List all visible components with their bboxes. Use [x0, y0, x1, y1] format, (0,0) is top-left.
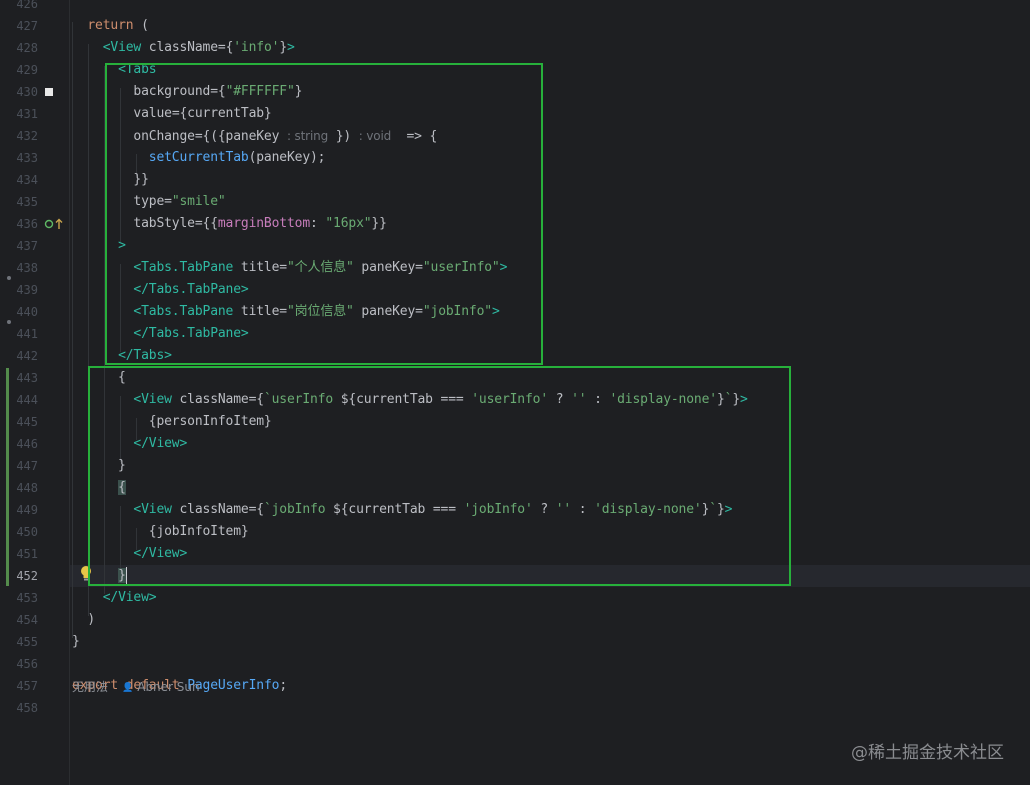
vcs-change-dot	[7, 276, 11, 280]
code-line[interactable]: 426	[0, 0, 1030, 15]
line-number[interactable]: 456	[0, 653, 38, 675]
author-hint[interactable]: Abner Sun	[137, 680, 199, 694]
vcs-change-marker[interactable]	[6, 368, 9, 586]
line-number[interactable]: 429	[0, 59, 38, 81]
line-number[interactable]: 435	[0, 191, 38, 213]
line-number[interactable]: 437	[0, 235, 38, 257]
annotation-box-views	[88, 366, 791, 586]
line-number[interactable]: 453	[0, 587, 38, 609]
line-code[interactable]: }	[72, 631, 80, 653]
code-line[interactable]: 454 )	[0, 609, 1030, 631]
line-number[interactable]: 427	[0, 15, 38, 37]
line-number[interactable]: 440	[0, 301, 38, 323]
line-number[interactable]: 433	[0, 147, 38, 169]
code-line[interactable]: 458	[0, 697, 1030, 719]
code-token: ={	[217, 40, 234, 55]
code-line[interactable]: 428 <View className={'info'}>	[0, 37, 1030, 59]
line-number[interactable]: 458	[0, 697, 38, 719]
line-number[interactable]: 439	[0, 279, 38, 301]
line-code[interactable]: <View className={'info'}>	[72, 37, 295, 59]
code-token: }	[72, 634, 80, 649]
vcs-change-dot	[7, 320, 11, 324]
line-number[interactable]: 434	[0, 169, 38, 191]
code-token: PageUserInfo	[187, 678, 280, 693]
line-number[interactable]: 442	[0, 345, 38, 367]
code-line[interactable]: 427 return (	[0, 15, 1030, 37]
line-number[interactable]: 438	[0, 257, 38, 279]
usages-hint[interactable]: 无用法	[72, 680, 108, 694]
line-number[interactable]: 432	[0, 125, 38, 147]
code-token: className	[141, 40, 218, 55]
color-swatch-icon[interactable]	[45, 88, 53, 96]
line-number[interactable]: 431	[0, 103, 38, 125]
line-number[interactable]: 426	[0, 0, 38, 15]
line-number[interactable]: 455	[0, 631, 38, 653]
line-number[interactable]: 457	[0, 675, 38, 697]
line-code[interactable]: </View>	[72, 587, 157, 609]
author-icon: 👤	[122, 683, 134, 693]
line-number[interactable]: 454	[0, 609, 38, 631]
code-vision-hint[interactable]: 无用法 👤 Abner Sun	[72, 678, 200, 696]
code-line[interactable]: 453 </View>	[0, 587, 1030, 609]
code-token: <View	[102, 40, 142, 55]
override-gutter-icon[interactable]	[44, 217, 66, 231]
line-number[interactable]: 428	[0, 37, 38, 59]
code-token: ;	[279, 678, 287, 693]
line-number[interactable]: 436	[0, 213, 38, 235]
annotation-box-tabs	[105, 63, 543, 365]
code-token: (	[133, 18, 149, 33]
code-token: )	[72, 612, 96, 627]
code-line[interactable]: 455}	[0, 631, 1030, 653]
code-token: }	[279, 40, 287, 55]
code-token: 'info'	[233, 40, 280, 55]
line-code[interactable]: )	[72, 609, 95, 631]
line-number[interactable]: 430	[0, 81, 38, 103]
watermark: @稀土掘金技术社区	[851, 743, 1004, 763]
code-editor[interactable]: 426 427 return (428 <View className={'inf…	[0, 0, 1030, 785]
line-code[interactable]: return (	[72, 15, 149, 37]
code-line[interactable]: 456	[0, 653, 1030, 675]
code-token: return	[87, 18, 134, 33]
line-number[interactable]: 441	[0, 323, 38, 345]
code-token: </View>	[102, 590, 157, 605]
code-token: >	[287, 40, 295, 55]
